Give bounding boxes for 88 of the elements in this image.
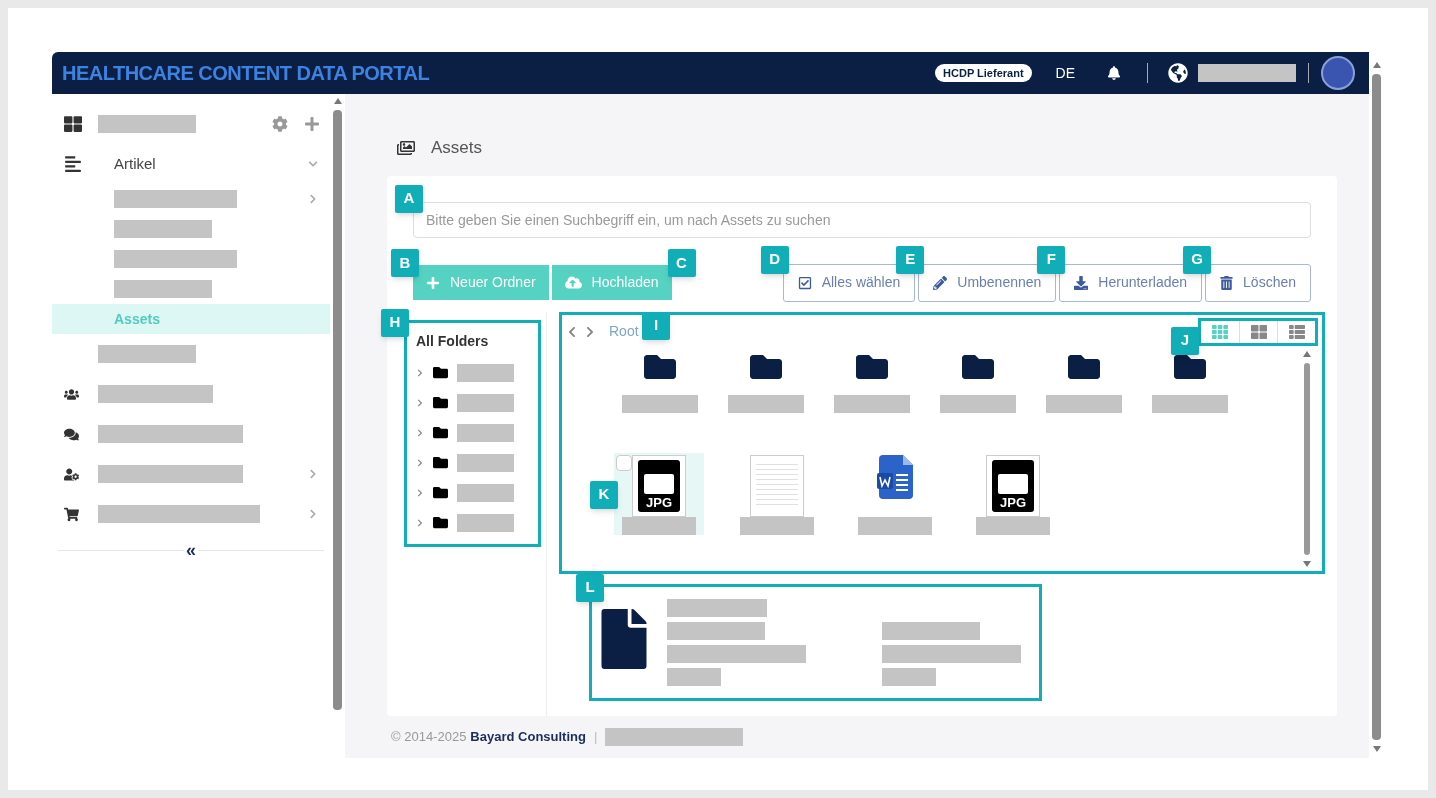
folder-tree-title: All Folders: [416, 331, 490, 351]
download-icon: [1074, 275, 1089, 290]
redacted-block: [457, 513, 514, 532]
annotation-label: I: [642, 311, 670, 340]
dashboard-icon: [64, 115, 82, 133]
checkbox-icon: [797, 275, 812, 290]
image-file-icon: JPG: [986, 454, 1040, 517]
app-title: HEALTHCARE CONTENT DATA PORTAL: [62, 61, 430, 86]
search-field[interactable]: Bitte geben Sie einen Suchbegriff ein, um nach Assets zu suchen: [413, 201, 1311, 238]
chevron-right-icon: [416, 458, 424, 467]
annotation-label: J: [1171, 326, 1199, 355]
add-icon[interactable]: [304, 116, 320, 132]
redacted-block: [882, 667, 936, 686]
sidebar-item[interactable]: Artikel: [52, 144, 330, 184]
folder-icon: [432, 485, 449, 501]
globe-icon[interactable]: [1168, 63, 1188, 83]
file-tile[interactable]: JPG: [614, 452, 704, 535]
annotation-label: B: [391, 249, 419, 278]
plus-icon: [426, 275, 440, 290]
chevron-down-icon: [308, 159, 318, 169]
redacted-block: [457, 483, 514, 502]
chevron-right-icon: [416, 428, 424, 437]
list-icon: [1288, 323, 1305, 340]
folder-icon: [432, 395, 449, 411]
user-gear-icon: [64, 466, 79, 482]
cart-icon: [64, 506, 79, 522]
grid-icon: [1212, 323, 1228, 340]
lines-icon: [64, 155, 82, 173]
notification-icon[interactable]: [1107, 66, 1121, 80]
toolbar-button[interactable]: Herunterladen: [1059, 263, 1203, 302]
trash-icon: [1220, 275, 1234, 290]
folder-icon: [432, 455, 449, 471]
toolbar-button[interactable]: Alles wählen: [782, 263, 916, 302]
separator: |: [593, 728, 598, 747]
folder-icon: [432, 515, 449, 531]
users-icon: [64, 386, 79, 402]
toolbar-button[interactable]: Umbenennen: [918, 263, 1057, 302]
redacted-block: [457, 363, 514, 382]
settings-icon[interactable]: [272, 116, 288, 132]
role-badge: HCDP Lieferant: [935, 63, 1032, 83]
annotation-label: H: [381, 308, 409, 337]
image-file-icon: JPG: [632, 454, 686, 517]
redacted-block: [457, 423, 514, 442]
chevron-right-icon: [308, 469, 318, 479]
folder-icon: [432, 425, 449, 441]
scroll-up-icon[interactable]: [1372, 62, 1381, 68]
word-document-icon: [877, 454, 913, 499]
scroll-up-icon[interactable]: [1303, 350, 1311, 357]
images-icon: [397, 138, 415, 157]
chevron-right-icon: [308, 509, 318, 519]
annotation-label: A: [395, 184, 423, 213]
chevron-right-icon: [416, 368, 424, 377]
scroll-down-icon[interactable]: [1372, 746, 1381, 752]
scrollbar-thumb[interactable]: [1372, 74, 1381, 740]
scrollbar-thumb[interactable]: [1304, 362, 1310, 555]
back-icon[interactable]: [567, 325, 577, 338]
annotation-label: L: [576, 573, 604, 602]
avatar[interactable]: [1321, 56, 1355, 90]
file-icon: [599, 608, 649, 669]
folder-icon: [432, 365, 449, 381]
company-link[interactable]: Bayard Consulting: [470, 727, 586, 747]
redacted-block: [457, 393, 514, 412]
annotation-label: G: [1183, 245, 1212, 274]
forward-icon[interactable]: [585, 325, 595, 338]
chevron-right-icon: [416, 488, 424, 497]
annotation-label: D: [760, 245, 789, 274]
scrollbar-thumb[interactable]: [333, 110, 342, 710]
annotation-label: E: [896, 245, 925, 274]
annotation-label: C: [667, 249, 696, 278]
checkbox[interactable]: [616, 454, 632, 471]
pencil-icon: [933, 275, 948, 290]
chevron-right-icon: [416, 398, 424, 407]
scroll-down-icon[interactable]: [1303, 560, 1311, 567]
chat-icon: [64, 426, 79, 442]
scroll-up-icon[interactable]: [333, 98, 342, 104]
breadcrumb-link[interactable]: Root: [609, 321, 639, 343]
annotation-label: F: [1037, 245, 1066, 274]
redacted-block: [667, 667, 721, 686]
redacted-block: [457, 453, 514, 472]
file-tile[interactable]: JPG: [968, 452, 1058, 535]
chevron-right-icon: [416, 518, 424, 527]
annotation-label: K: [590, 480, 618, 509]
document-thumbnail: [750, 454, 804, 517]
grid-icon: [1250, 323, 1267, 340]
language-button[interactable]: DE: [1055, 62, 1075, 84]
toolbar-button[interactable]: Löschen: [1205, 263, 1311, 302]
copyright-text: © 2014-2025: [391, 728, 467, 747]
page-title: Assets: [431, 137, 483, 160]
